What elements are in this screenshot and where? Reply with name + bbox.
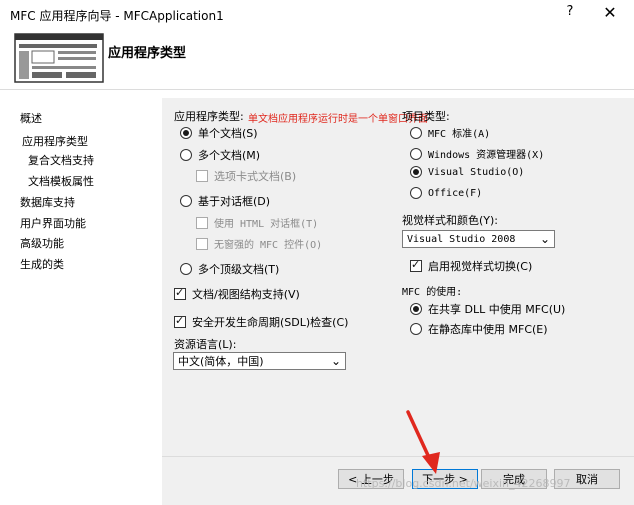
radio-indicator [180,263,192,275]
radio-label: 基于对话框(D) [198,195,271,208]
nav-item-ui-features[interactable]: 用户界面功能 [20,215,86,231]
annotation-arrow-icon [406,410,440,474]
radio-label: MFC 标准(A) [428,129,491,140]
window-title: MFC 应用程序向导 - MFCApplication1 [10,9,224,23]
checkbox-indicator [196,237,208,250]
visual-style-select[interactable]: Visual Studio 2008 ⌄ [402,230,555,248]
close-button[interactable]: ✕ [598,3,622,25]
radio-label: 在共享 DLL 中使用 MFC(U) [428,303,566,316]
radio-static-lib[interactable]: 在静态库中使用 MFC(E) [410,321,548,337]
nav-item-app-type[interactable]: 应用程序类型 [22,133,88,149]
checkbox-indicator [410,258,422,272]
nav-item-generated-classes[interactable]: 生成的类 [20,256,64,272]
radio-mfc-standard[interactable]: MFC 标准(A) [410,125,490,140]
checkbox-doc-view[interactable]: 文档/视图结构支持(V) [174,286,300,302]
checkbox-label: 选项卡式文档(B) [214,170,297,183]
radio-label: Windows 资源管理器(X) [428,150,545,161]
chevron-down-icon: ⌄ [539,232,550,246]
radio-visual-studio[interactable]: Visual Studio(O) [410,166,524,178]
radio-label: 单个文档(S) [198,127,258,140]
checkbox-no-frame-mfc[interactable]: 无窗强的 MFC 控件(O) [196,236,322,251]
checkbox-label: 安全开发生命周期(SDL)检查(C) [192,316,349,329]
radio-dialog-based[interactable]: 基于对话框(D) [180,193,270,209]
radio-office[interactable]: Office(F) [410,187,482,199]
page-title: 应用程序类型 [108,46,187,61]
radio-label: 在静态库中使用 MFC(E) [428,323,548,336]
app-type-label: 应用程序类型: [174,110,244,123]
checkbox-indicator [196,170,208,182]
select-value: Visual Studio 2008 [407,233,516,245]
resource-language-label: 资源语言(L): [174,338,237,351]
resource-language-select[interactable]: 中文(简体，中国) ⌄ [173,352,346,370]
radio-indicator [180,195,192,207]
checkbox-indicator [174,314,186,328]
radio-shared-dll[interactable]: 在共享 DLL 中使用 MFC(U) [410,301,565,317]
nav-item-advanced[interactable]: 高级功能 [20,235,64,251]
select-value: 中文(简体，中国) [178,355,264,368]
radio-label: Visual Studio(O) [428,166,525,178]
radio-indicator [180,127,192,139]
radio-indicator [410,147,422,160]
radio-indicator [410,323,422,335]
checkbox-tabbed-documents[interactable]: 选项卡式文档(B) [196,168,296,184]
checkbox-label: 无窗强的 MFC 控件(O) [214,240,323,251]
radio-label: Office(F) [428,187,483,199]
checkbox-label: 文档/视图结构支持(V) [192,288,300,301]
nav-item-overview[interactable]: 概述 [20,110,42,126]
radio-multiple-documents[interactable]: 多个文档(M) [180,147,260,163]
wizard-nav: 概述 应用程序类型 复合文档支持 文档模板属性 数据库支持 用户界面功能 高级功… [0,90,160,505]
annotation-note: 单文档应用程序运行时是一个单窗口界面 [248,114,428,125]
watermark-text: https://blog.csdn.net/weixin_42268997 [356,477,571,490]
checkbox-style-switching[interactable]: 启用视觉样式切换(C) [410,258,532,274]
checkbox-indicator [196,216,208,229]
radio-multiple-top-level[interactable]: 多个顶级文档(T) [180,261,279,277]
radio-label: 多个顶级文档(T) [198,263,280,276]
radio-indicator [410,126,422,139]
help-button[interactable]: ? [559,4,581,24]
chevron-down-icon: ⌄ [330,354,341,368]
checkbox-html-dialog[interactable]: 使用 HTML 对话框(T) [196,215,318,230]
radio-indicator [410,166,422,178]
checkbox-label: 启用视觉样式切换(C) [428,260,533,273]
radio-label: 多个文档(M) [198,149,261,162]
title-bar: MFC 应用程序向导 - MFCApplication1 ? ✕ [0,0,634,30]
radio-windows-explorer[interactable]: Windows 资源管理器(X) [410,146,544,161]
checkbox-indicator [174,286,186,300]
radio-indicator [410,303,422,315]
wizard-page-icon [14,33,104,83]
checkbox-label: 使用 HTML 对话框(T) [214,219,319,230]
radio-indicator [180,149,192,161]
checkbox-sdl-checks[interactable]: 安全开发生命周期(SDL)检查(C) [174,314,348,330]
project-type-label: 项目类型: [402,110,450,123]
radio-single-document[interactable]: 单个文档(S) [180,125,258,141]
radio-indicator [410,187,422,199]
mfc-use-label: MFC 的使用: [402,287,463,298]
nav-item-database[interactable]: 数据库支持 [20,194,75,210]
nav-item-compound-doc[interactable]: 复合文档支持 [28,152,94,168]
nav-item-doc-template[interactable]: 文档模板属性 [28,173,94,189]
visual-style-label: 视觉样式和颜色(Y): [402,214,499,227]
